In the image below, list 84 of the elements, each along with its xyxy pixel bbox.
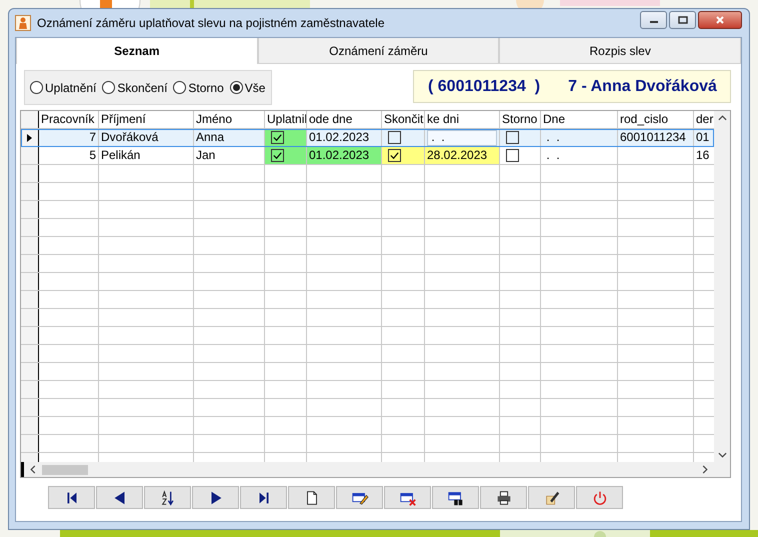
person-icon [15, 15, 31, 31]
window-title: Oznámení záměru uplatňovat slevu na pojistném zaměstnavatele [37, 16, 386, 30]
close-icon [715, 15, 725, 25]
close-button[interactable] [698, 11, 742, 29]
row-header[interactable] [21, 417, 39, 434]
delete-button[interactable] [384, 486, 431, 509]
row-header[interactable] [21, 165, 39, 182]
table-cell: 5 [39, 147, 99, 164]
checkbox[interactable] [506, 131, 519, 144]
row-header[interactable] [21, 147, 39, 164]
row-header[interactable] [21, 201, 39, 218]
column-header[interactable]: Pracovník [39, 111, 99, 128]
checkbox[interactable] [506, 149, 519, 162]
checkbox[interactable] [388, 131, 401, 144]
horizontal-scrollbar[interactable] [21, 462, 730, 477]
table-cell: 28.02.2023 [425, 147, 500, 164]
print-icon [494, 488, 512, 506]
current-row-icon [27, 134, 32, 142]
scroll-marker [21, 462, 24, 477]
checkbox[interactable] [271, 131, 284, 144]
table-cell: 01.02.2023 [307, 129, 382, 146]
radio-icon[interactable] [102, 81, 116, 94]
first-button[interactable] [48, 486, 95, 509]
radio-icon[interactable] [230, 81, 243, 94]
row-header[interactable] [21, 129, 39, 146]
tab[interactable]: Rozpis slev [499, 38, 742, 64]
row-header[interactable] [21, 237, 39, 254]
vertical-scrollbar[interactable] [714, 111, 730, 462]
scroll-thumb[interactable] [42, 464, 88, 474]
table-cell: Pelikán [99, 147, 194, 164]
row-header[interactable] [21, 327, 39, 344]
date-input[interactable]: . . [427, 130, 497, 146]
row-header[interactable] [21, 309, 39, 326]
checkbox[interactable] [271, 149, 284, 162]
table-cell: . . [541, 129, 618, 146]
row-header[interactable] [21, 435, 39, 452]
tools-button[interactable] [528, 486, 575, 509]
row-header [21, 111, 39, 128]
tab[interactable]: Seznam [16, 38, 258, 64]
table-cell: 6001011234 [618, 129, 694, 146]
column-header[interactable]: Jméno [194, 111, 265, 128]
column-header[interactable]: rod_cislo [618, 111, 694, 128]
checkbox[interactable] [388, 149, 401, 162]
column-header[interactable]: ode dne [307, 111, 382, 128]
row-header[interactable] [21, 381, 39, 398]
power-button[interactable] [576, 486, 623, 509]
row-header[interactable] [21, 183, 39, 200]
column-header[interactable]: Skončit [382, 111, 425, 128]
tab[interactable]: Oznámení záměru [258, 38, 500, 64]
filter-radio[interactable]: Skončení [102, 80, 168, 94]
row-header[interactable] [21, 399, 39, 416]
row-header[interactable] [21, 255, 39, 272]
id-number: ( 6001011234 ) [428, 78, 540, 96]
column-header[interactable]: Storno [500, 111, 541, 128]
last-button[interactable] [240, 486, 287, 509]
column-header[interactable]: Dne [541, 111, 618, 128]
maximize-icon [678, 16, 688, 24]
print-button[interactable] [480, 486, 527, 509]
table-cell: 01.02.2023 [307, 147, 382, 164]
prev-button[interactable] [96, 486, 143, 509]
row-header[interactable] [21, 273, 39, 290]
column-header[interactable]: ke dni [425, 111, 500, 128]
radio-icon[interactable] [173, 81, 186, 94]
edit-button[interactable] [336, 486, 383, 509]
table-cell: Dvořáková [99, 129, 194, 146]
minimize-button[interactable] [640, 11, 667, 29]
column-header[interactable]: Příjmení [99, 111, 194, 128]
new-button[interactable] [288, 486, 335, 509]
maximize-button[interactable] [669, 11, 696, 29]
employee-name: 7 - Anna Dvořáková [568, 78, 717, 96]
filter-radio[interactable]: Vše [230, 80, 266, 94]
row-header[interactable] [21, 363, 39, 380]
find-button[interactable] [432, 486, 479, 509]
column-header[interactable]: Uplatnil [265, 111, 307, 128]
sort-button[interactable] [144, 486, 191, 509]
row-header[interactable] [21, 219, 39, 236]
row-header[interactable] [21, 291, 39, 308]
radio-icon[interactable] [30, 81, 43, 94]
next-button[interactable] [192, 486, 239, 509]
row-header[interactable] [21, 345, 39, 362]
filter-radio[interactable]: Storno [173, 80, 224, 94]
table-cell: 7 [39, 129, 99, 146]
filter-radio[interactable]: Uplatnění [30, 80, 96, 94]
table-cell: . . [541, 147, 618, 164]
